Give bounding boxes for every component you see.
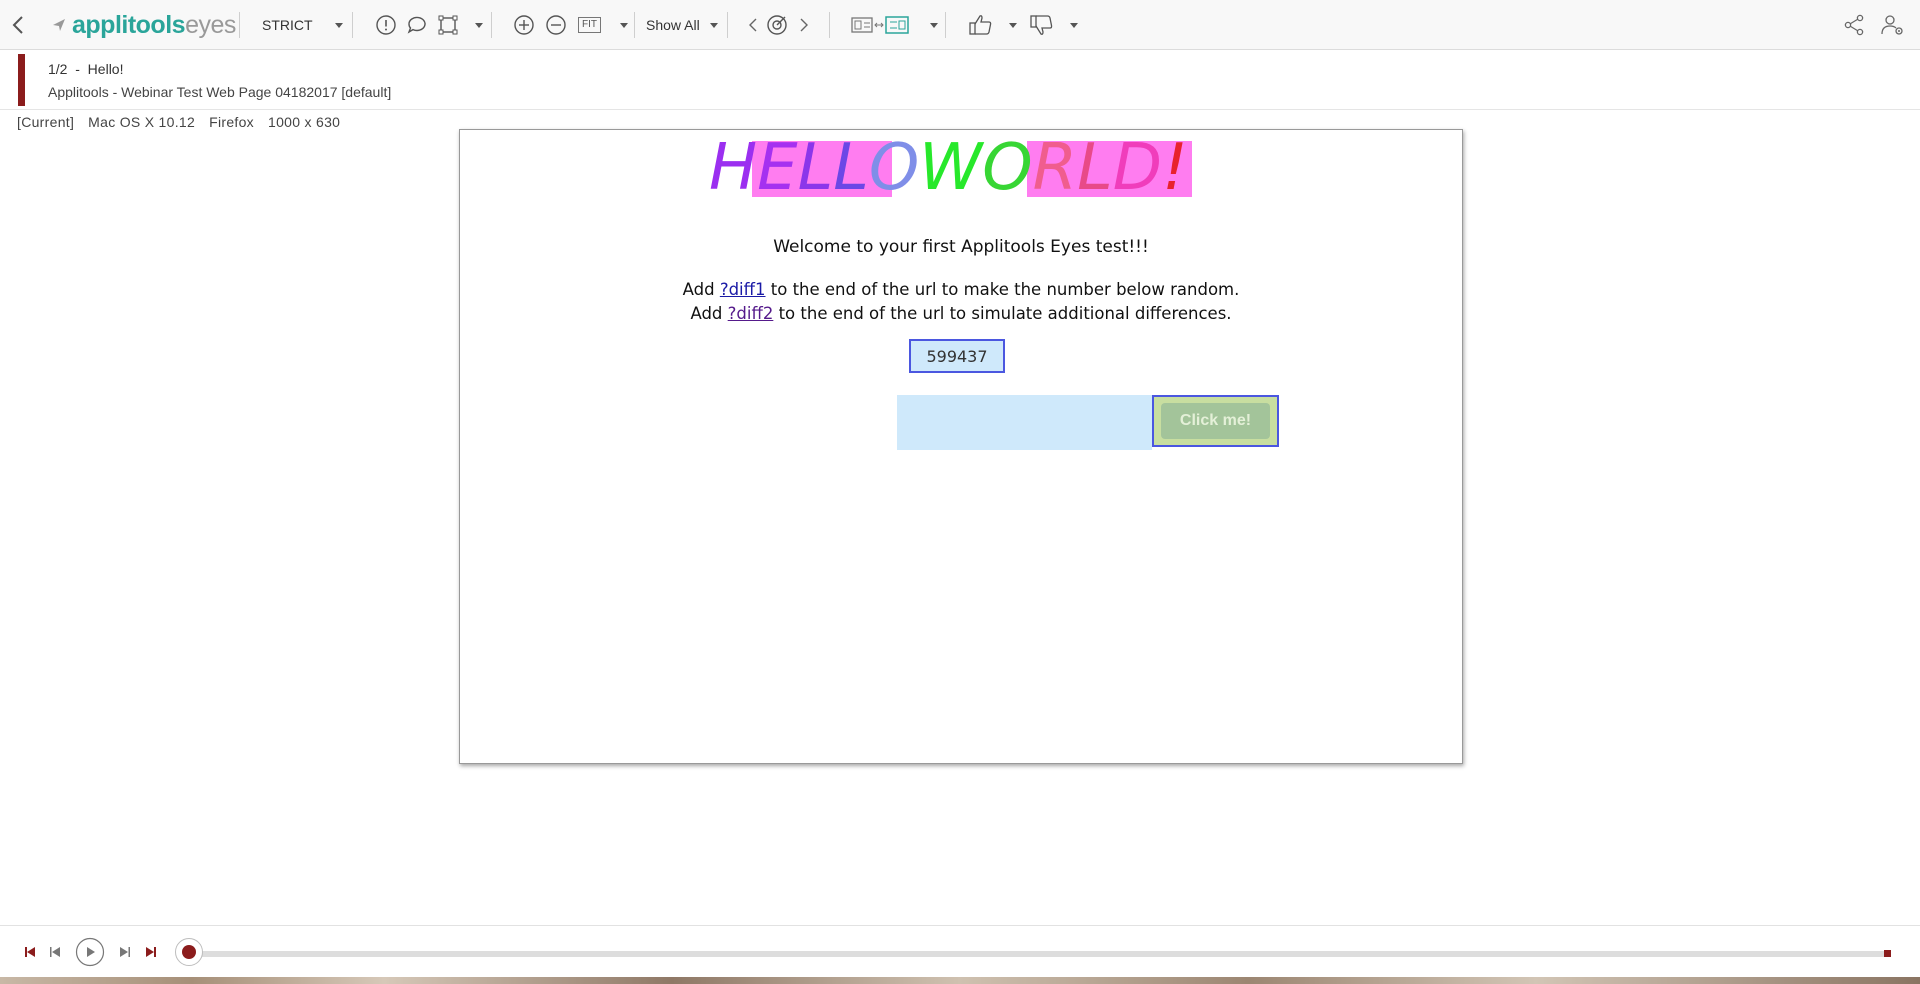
heading-letter: L: [1077, 131, 1113, 205]
hello-world-heading: HELLO W O R L D!: [707, 133, 1227, 203]
play-button[interactable]: [75, 926, 105, 978]
user-settings-icon[interactable]: [1880, 0, 1906, 50]
next-step-icon[interactable]: [117, 926, 133, 978]
instruction-line-1: Add ?diff1 to the end of the url to make…: [682, 280, 1240, 299]
view-mode-icon[interactable]: [851, 0, 917, 50]
step-info-panel: 1/2 - Hello! Applitools - Webinar Test W…: [0, 54, 1920, 110]
chevron-down-icon: [620, 22, 628, 28]
environment-info: [Current] Mac OS X 10.12 Firefox 1000 x …: [17, 114, 340, 130]
click-me-button[interactable]: Click me!: [1161, 403, 1270, 439]
heading-letter: H: [709, 131, 758, 205]
hello-word: HELLO: [709, 135, 919, 201]
welcome-text: Welcome to your first Applitools Eyes te…: [773, 237, 1149, 257]
heading-letter: W: [919, 131, 983, 205]
heading-letter: O: [982, 131, 1033, 205]
heading-letter: !: [1162, 131, 1188, 205]
diff-region: [897, 395, 1152, 450]
issue-icon[interactable]: [374, 0, 398, 50]
share-icon[interactable]: [1842, 0, 1866, 50]
viewport-label: 1000 x 630: [267, 114, 341, 130]
heading-letter: O: [868, 131, 920, 205]
thumbnail-strip[interactable]: [0, 977, 1920, 984]
os-label: Mac OS X 10.12: [88, 114, 196, 130]
diff1-link[interactable]: ?diff1: [720, 280, 766, 299]
timeline-track[interactable]: [189, 951, 1889, 957]
reject-dropdown[interactable]: [1069, 0, 1079, 50]
first-step-icon[interactable]: [22, 926, 38, 978]
region-dropdown[interactable]: [474, 0, 484, 50]
zoom-in-icon[interactable]: [512, 0, 536, 50]
random-number: 599437: [909, 339, 1005, 373]
remark-icon[interactable]: [405, 0, 429, 50]
app-logo: applitools eyes: [72, 10, 236, 39]
instruction-line-2: Add ?diff2 to the end of the url to simu…: [690, 304, 1232, 323]
match-level-dropdown[interactable]: STRICT: [262, 0, 343, 50]
heading-letter: D: [1112, 131, 1163, 205]
prev-diff-icon[interactable]: [746, 0, 760, 50]
target-icon[interactable]: [765, 0, 789, 50]
diff-region-button: Click me!: [1152, 395, 1279, 447]
heading-letter: E: [757, 131, 798, 205]
test-name: Applitools - Webinar Test Web Page 04182…: [48, 84, 392, 100]
view-mode-dropdown[interactable]: [929, 0, 939, 50]
chevron-down-icon: [709, 22, 718, 28]
next-diff-icon[interactable]: [797, 0, 811, 50]
heading-letter: R: [1032, 131, 1078, 205]
zoom-out-icon[interactable]: [544, 0, 568, 50]
logo-icon: [52, 0, 66, 50]
match-level-label: STRICT: [262, 17, 313, 33]
step-title: 1/2 - Hello!: [48, 61, 124, 77]
screenshot-viewer[interactable]: HELLO W O R L D! Welcome to your first Appli…: [459, 129, 1463, 764]
heading-letter: L: [833, 131, 869, 205]
current-label: [Current]: [17, 114, 75, 130]
back-icon[interactable]: [8, 0, 28, 50]
zoom-dropdown[interactable]: [619, 0, 629, 50]
chevron-down-icon: [334, 22, 343, 28]
region-icon[interactable]: [436, 0, 460, 50]
thumbs-up-icon[interactable]: [967, 0, 995, 50]
heading-letter: L: [797, 131, 834, 205]
step-status-indicator: [18, 54, 25, 106]
previous-step-icon[interactable]: [47, 926, 63, 978]
last-step-icon[interactable]: [143, 926, 159, 978]
world-word: W O R L D!: [919, 135, 1188, 201]
chevron-down-icon: [1070, 22, 1078, 28]
accept-dropdown[interactable]: [1008, 0, 1018, 50]
timeline-end-marker: [1884, 950, 1891, 957]
chevron-down-icon: [475, 22, 483, 28]
main-toolbar: applitools eyes STRICT FIT Show All: [0, 0, 1920, 50]
timeline-handle[interactable]: [175, 938, 203, 966]
show-filter-label: Show All: [646, 17, 700, 33]
chevron-down-icon: [930, 22, 938, 28]
show-filter-dropdown[interactable]: Show All: [646, 0, 718, 50]
diff2-link[interactable]: ?diff2: [728, 304, 774, 323]
browser-label: Firefox: [209, 114, 254, 130]
chevron-down-icon: [1009, 22, 1017, 28]
zoom-fit-button[interactable]: FIT: [578, 0, 601, 50]
playback-bar: [0, 925, 1920, 978]
thumbs-down-icon[interactable]: [1028, 0, 1056, 50]
